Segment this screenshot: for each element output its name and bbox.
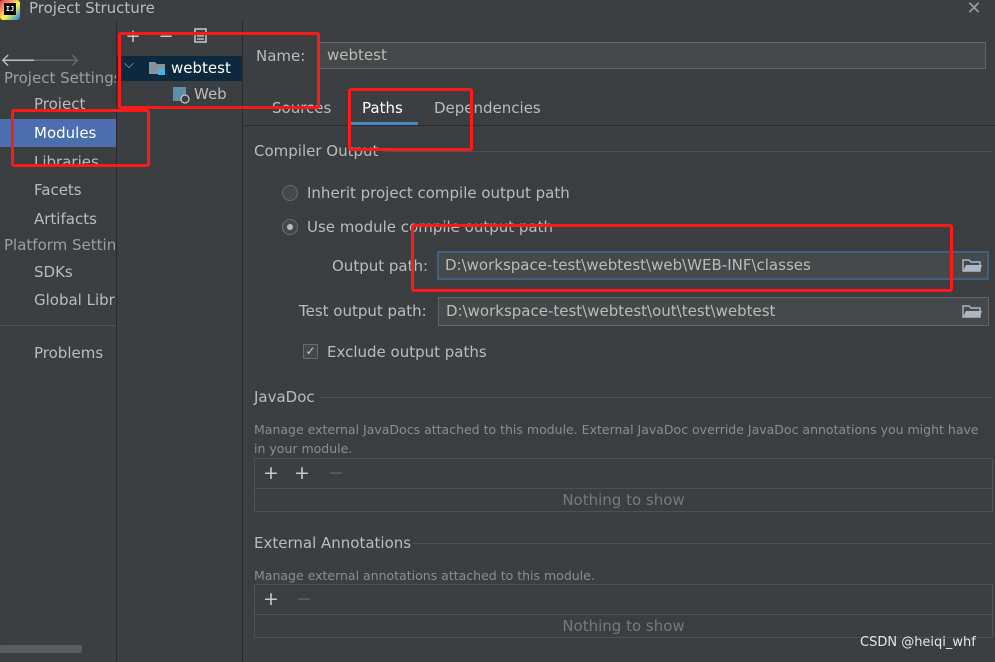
javadoc-description: Manage external JavaDocs attached to thi… — [254, 422, 979, 456]
platform-settings-header: Platform Settings — [4, 236, 117, 254]
browse-folder-icon[interactable] — [958, 298, 986, 325]
nav-item-problems[interactable]: Problems — [0, 339, 116, 367]
nav-divider — [0, 325, 116, 326]
exclude-output-checkbox[interactable]: ✓ — [303, 344, 318, 359]
inherit-output-label[interactable]: Inherit project compile output path — [307, 184, 570, 202]
use-module-output-radio[interactable] — [282, 219, 298, 235]
empty-list-text: Nothing to show — [562, 617, 685, 635]
project-settings-header: Project Settings — [4, 69, 117, 87]
horizontal-scrollbar[interactable] — [0, 645, 82, 653]
highlight-box — [411, 224, 953, 292]
add-icon[interactable]: + — [262, 464, 280, 483]
module-name-field[interactable]: webtest — [318, 42, 986, 69]
inherit-output-radio[interactable] — [282, 185, 298, 201]
external-annotations-toolbar: + − — [254, 584, 993, 615]
section-divider — [413, 543, 993, 544]
highlight-box — [11, 109, 150, 167]
section-divider — [385, 151, 993, 152]
add-url-icon[interactable]: + — [293, 464, 311, 483]
empty-list-text: Nothing to show — [562, 491, 685, 509]
watermark: CSDN @heiqi_whf — [860, 635, 976, 650]
nav-item-sdks[interactable]: SDKs — [0, 258, 116, 286]
intellij-app-icon: IJ — [0, 0, 20, 20]
section-divider — [320, 397, 993, 398]
close-icon[interactable]: ✕ — [962, 0, 986, 20]
nav-item-artifacts[interactable]: Artifacts — [0, 205, 116, 233]
nav-item-facets[interactable]: Facets — [0, 176, 116, 204]
javadoc-toolbar: + + − — [254, 458, 993, 489]
forward-arrow-icon[interactable]: 🡒 — [32, 50, 80, 71]
external-annotations-description: Manage external annotations attached to … — [254, 568, 595, 583]
external-annotations-title: External Annotations — [254, 534, 412, 552]
remove-icon[interactable]: − — [327, 464, 345, 483]
javadoc-title: JavaDoc — [254, 388, 315, 406]
exclude-output-label[interactable]: Exclude output paths — [327, 343, 487, 361]
browse-folder-icon[interactable] — [958, 252, 986, 279]
test-output-path-field[interactable]: D:\workspace-test\webtest\out\test\webte… — [438, 297, 989, 326]
highlight-box — [118, 32, 320, 109]
test-output-path-label: Test output path: — [299, 302, 427, 320]
nav-item-global-libraries[interactable]: Global Libraries — [0, 286, 116, 314]
remove-icon[interactable]: − — [295, 590, 313, 609]
window-title: Project Structure — [29, 0, 155, 17]
highlight-box — [348, 88, 473, 151]
javadoc-list[interactable]: Nothing to show — [254, 488, 993, 512]
add-icon[interactable]: + — [262, 590, 280, 609]
